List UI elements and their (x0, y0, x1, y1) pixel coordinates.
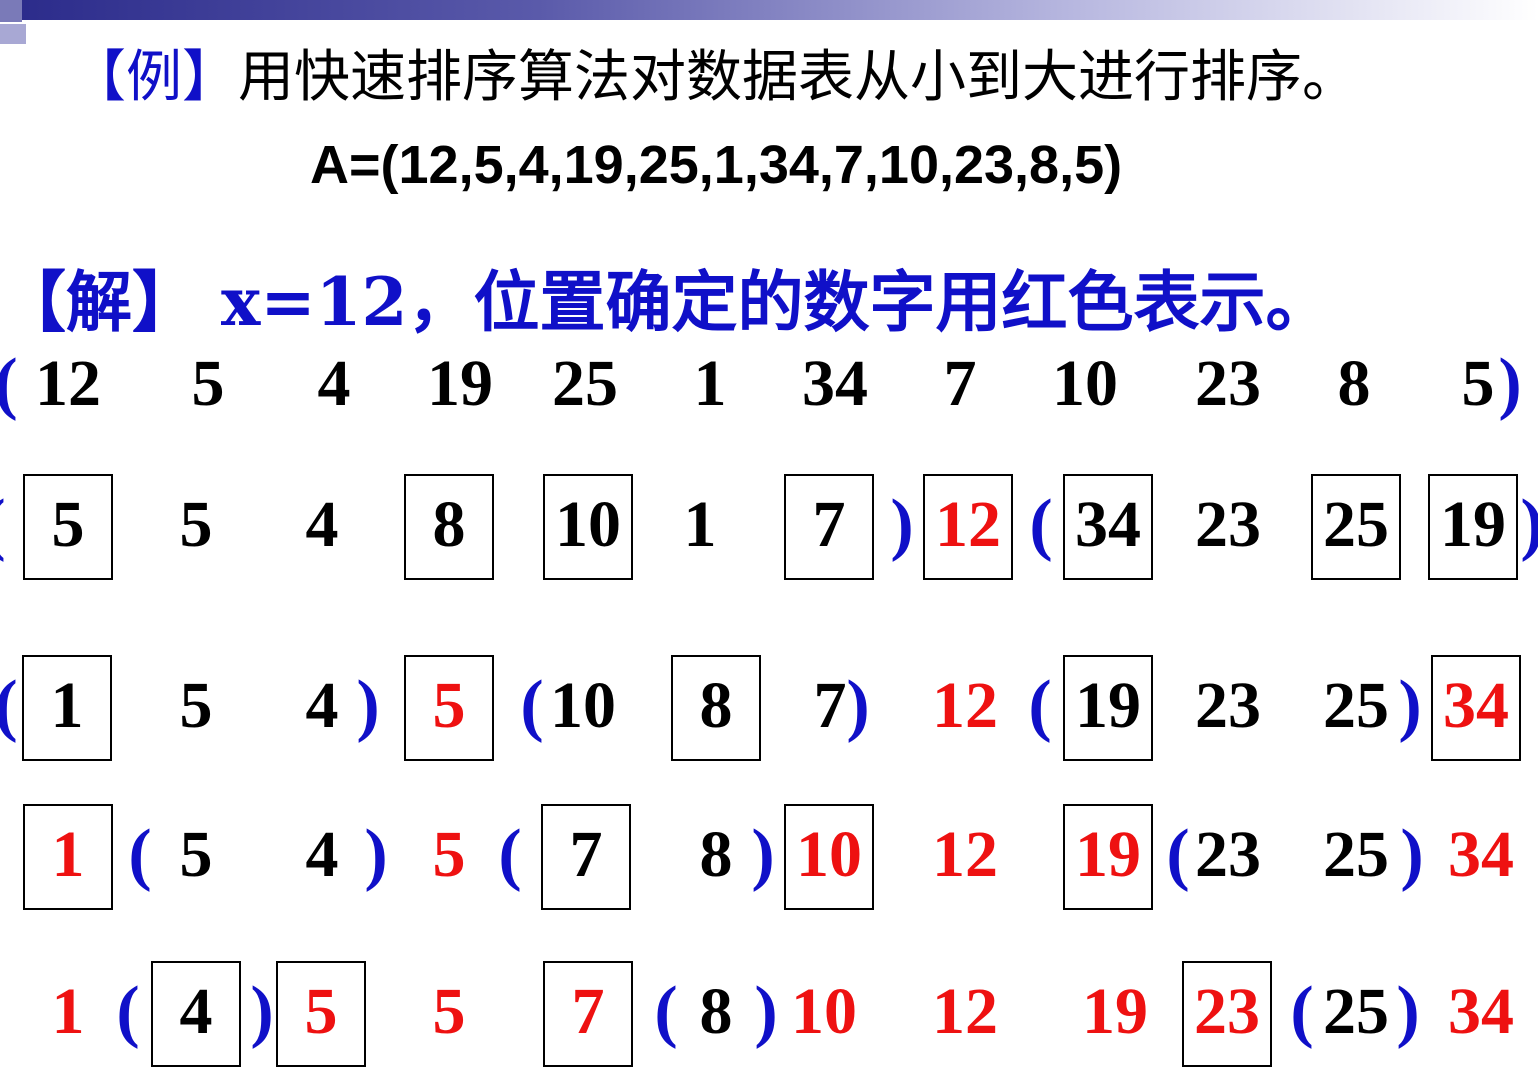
value: 25 (1323, 975, 1389, 1048)
bracket: ( (1290, 973, 1314, 1050)
fixed-value: 19 (1082, 975, 1148, 1048)
value: 23 (1195, 818, 1261, 891)
fixed-value: 23 (1194, 975, 1260, 1048)
fixed-value: 5 (432, 669, 466, 742)
bracket: ) (754, 973, 778, 1050)
value: 25 (552, 347, 618, 420)
value: 8 (699, 818, 733, 891)
bracket: ) (890, 486, 914, 563)
value: 23 (1195, 669, 1261, 742)
value: 23 (1195, 347, 1261, 420)
value: 8 (699, 975, 733, 1048)
fixed-value: 1 (51, 975, 85, 1048)
value: 23 (1195, 488, 1261, 561)
bracket: ( (654, 973, 678, 1050)
bracket: ( (116, 973, 140, 1050)
value: 8 (1337, 347, 1371, 420)
bracket: ) (364, 816, 388, 893)
fixed-value: 34 (1448, 975, 1514, 1048)
value: 7 (943, 347, 977, 420)
value: 10 (555, 488, 621, 561)
value: 10 (1052, 347, 1118, 420)
fixed-value: 12 (932, 975, 998, 1048)
example-mark: 【例】 (70, 45, 238, 110)
value: 7 (813, 669, 847, 742)
value: 5 (179, 818, 213, 891)
bracket: ( (0, 671, 18, 741)
example-statement: 【例】用快速排序算法对数据表从小到大进行排序。 (70, 38, 1358, 118)
solution-statement: 【解】 x=12，位置确定的数字用红色表示。 (0, 262, 1331, 342)
fixed-value: 1 (51, 818, 85, 891)
bracket: ) (751, 816, 775, 893)
value: 1 (683, 488, 717, 561)
solution-mark: 【解】 (0, 263, 198, 341)
bracket: ( (128, 816, 152, 893)
fixed-value: 34 (1443, 669, 1509, 742)
bracket: ( (520, 667, 544, 744)
fixed-value: 5 (304, 975, 338, 1048)
bracket: ) (1396, 973, 1420, 1050)
value: 5 (179, 488, 213, 561)
value: 1 (50, 669, 84, 742)
value: 25 (1323, 669, 1389, 742)
value: 34 (1075, 488, 1141, 561)
bracket: ) (1520, 490, 1538, 560)
corner-square-2 (0, 24, 26, 44)
bracket: ) (846, 667, 870, 744)
value: 7 (812, 488, 846, 561)
value: 1 (693, 347, 727, 420)
bracket: ( (0, 490, 6, 560)
solution-text: x=12，位置确定的数字用红色表示。 (198, 263, 1332, 341)
value: 19 (1440, 488, 1506, 561)
value: 8 (699, 669, 733, 742)
value: 4 (305, 488, 339, 561)
data-array-formula: A=(12,5,4,19,25,1,34,7,10,23,8,5) (310, 135, 1123, 195)
value: 19 (1075, 669, 1141, 742)
value: 5 (51, 488, 85, 561)
fixed-value: 12 (935, 488, 1001, 561)
bracket: ) (250, 973, 274, 1050)
value: 7 (569, 818, 603, 891)
value: 5 (1461, 347, 1495, 420)
fixed-value: 34 (1448, 818, 1514, 891)
bracket: ( (0, 349, 18, 419)
bracket: ) (1498, 345, 1522, 422)
fixed-value: 12 (932, 669, 998, 742)
fixed-value: 5 (432, 975, 466, 1048)
bracket: ( (1028, 667, 1052, 744)
fixed-value: 5 (432, 818, 466, 891)
value: 4 (179, 975, 213, 1048)
value: 34 (802, 347, 868, 420)
value: 5 (191, 347, 225, 420)
bracket: ( (1166, 816, 1190, 893)
value: 5 (179, 669, 213, 742)
title-bar-gradient (0, 0, 1538, 20)
value: 4 (305, 818, 339, 891)
corner-square-1 (0, 0, 22, 22)
value: 12 (35, 347, 101, 420)
value: 25 (1323, 488, 1389, 561)
fixed-value: 10 (791, 975, 857, 1048)
bracket: ) (356, 667, 380, 744)
value: 19 (427, 347, 493, 420)
fixed-value: 10 (796, 818, 862, 891)
value: 4 (317, 347, 351, 420)
bracket: ) (1398, 667, 1422, 744)
example-text: 用快速排序算法对数据表从小到大进行排序。 (238, 45, 1358, 110)
fixed-value: 12 (932, 818, 998, 891)
value: 8 (432, 488, 466, 561)
fixed-value: 7 (571, 975, 605, 1048)
bracket: ( (498, 816, 522, 893)
value: 10 (550, 669, 616, 742)
fixed-value: 19 (1075, 818, 1141, 891)
value: 25 (1323, 818, 1389, 891)
value: 4 (305, 669, 339, 742)
bracket: ) (1400, 816, 1424, 893)
bracket: ( (1029, 486, 1053, 563)
